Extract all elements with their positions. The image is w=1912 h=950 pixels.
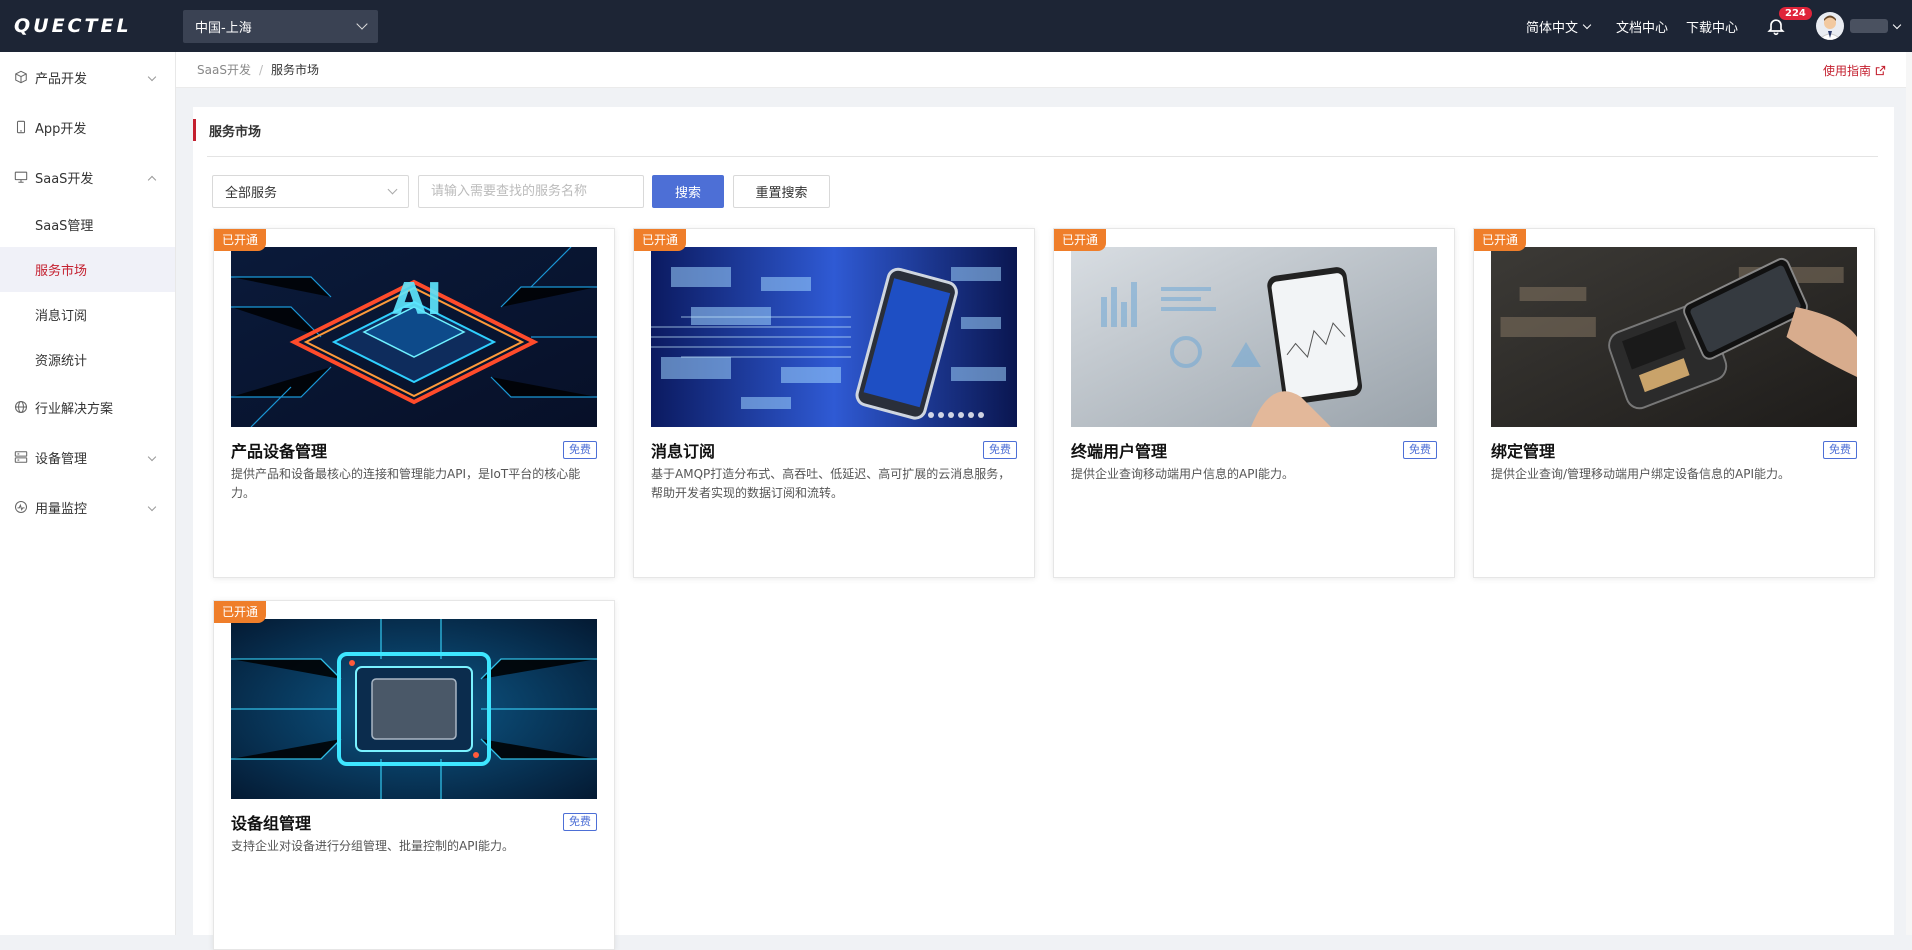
chevron-down-icon — [1582, 20, 1592, 29]
service-card-end-user[interactable]: 已开通 终端用户管理 免费 提供企业查询移动端用户信息的API能力。 — [1053, 228, 1455, 578]
sidebar-item-saas-manage[interactable]: SaaS管理 — [0, 202, 175, 247]
free-badge: 免费 — [1403, 441, 1437, 459]
page-title: 服务市场 — [193, 119, 261, 141]
server-icon — [14, 450, 28, 464]
language-select[interactable]: 简体中文 — [1526, 17, 1592, 36]
service-card-product-device[interactable]: 已开通 AI 产品设备管理 免费 提供产品和设备最核心的连接和管理能力API，是… — [213, 228, 615, 578]
chevron-down-icon — [147, 72, 157, 82]
chevron-down-icon — [387, 184, 398, 195]
divider — [207, 156, 1878, 157]
card-title: 终端用户管理 — [1071, 442, 1168, 461]
status-badge: 已开通 — [634, 229, 687, 251]
bell-icon[interactable]: 224 — [1766, 6, 1813, 36]
reset-search-button[interactable]: 重置搜索 — [733, 175, 830, 208]
user-guide-link[interactable]: 使用指南 — [1823, 62, 1886, 79]
free-badge: 免费 — [983, 441, 1017, 459]
sidebar-item-resource-stats[interactable]: 资源统计 — [0, 337, 175, 382]
sidebar-item-saas-dev[interactable]: SaaS开发 — [0, 152, 175, 202]
svg-text:AI: AI — [392, 274, 442, 325]
external-link-icon — [1875, 65, 1886, 76]
chevron-down-icon — [356, 18, 368, 30]
sidebar-item-app-dev[interactable]: App开发 — [0, 102, 175, 152]
globe-icon — [14, 400, 28, 414]
username-redacted — [1850, 19, 1888, 33]
cube-icon — [14, 70, 28, 84]
breadcrumb: SaaS开发 / 服务市场 使用指南 — [176, 52, 1912, 88]
card-image — [1491, 247, 1857, 427]
monitor-icon — [14, 170, 28, 184]
status-badge: 已开通 — [214, 601, 267, 623]
service-card-message-subscription[interactable]: 已开通 消息订阅 免费 基于AMQP打造分布式、高吞吐、低延迟、高可扩展的云消息… — [633, 228, 1035, 578]
status-badge: 已开通 — [1474, 229, 1527, 251]
region-select[interactable]: 中国-上海 — [183, 9, 378, 43]
service-filter-select[interactable]: 全部服务 — [212, 175, 409, 208]
card-description: 提供产品和设备最核心的连接和管理能力API，是IoT平台的核心能力。 — [231, 467, 581, 500]
card-description: 支持企业对设备进行分组管理、批量控制的API能力。 — [231, 839, 514, 853]
status-badge: 已开通 — [1054, 229, 1107, 251]
page-scrollbar[interactable] — [1906, 52, 1912, 935]
card-image — [1071, 247, 1437, 427]
sidebar-item-device-manage[interactable]: 设备管理 — [0, 432, 175, 482]
main-panel: 服务市场 全部服务 搜索 重置搜索 已开通 — [193, 107, 1894, 950]
card-description: 提供企业查询移动端用户信息的API能力。 — [1071, 467, 1294, 481]
service-card-binding[interactable]: 已开通 绑定管理 免费 提供企业查询/管理移动端用户绑定设备信息的API能力。 — [1473, 228, 1875, 578]
card-image: AI — [231, 247, 597, 427]
search-button[interactable]: 搜索 — [652, 175, 724, 208]
chevron-down-icon[interactable] — [1892, 20, 1902, 29]
free-badge: 免费 — [563, 441, 597, 459]
chevron-down-icon — [147, 502, 157, 512]
breadcrumb-parent[interactable]: SaaS开发 — [197, 61, 251, 78]
sidebar-item-usage-monitor[interactable]: 用量监控 — [0, 482, 175, 532]
phone-icon — [14, 120, 28, 134]
sidebar-item-message-subscription[interactable]: 消息订阅 — [0, 292, 175, 337]
card-title: 消息订阅 — [651, 442, 716, 461]
card-title: 产品设备管理 — [231, 442, 328, 461]
free-badge: 免费 — [1823, 441, 1857, 459]
breadcrumb-separator: / — [258, 62, 263, 77]
sidebar-item-service-market[interactable]: 服务市场 — [0, 247, 175, 292]
card-image — [231, 619, 597, 799]
sidebar-item-industry-solutions[interactable]: 行业解决方案 — [0, 382, 175, 432]
docs-center-link[interactable]: 文档中心 — [1616, 17, 1668, 36]
chevron-down-icon — [147, 452, 157, 462]
free-badge: 免费 — [563, 813, 597, 831]
card-title: 绑定管理 — [1491, 442, 1556, 461]
top-navbar: QUECTEL 中国-上海 简体中文 文档中心 下载中心 224 — [0, 0, 1912, 52]
sidebar-item-product-dev[interactable]: 产品开发 — [0, 52, 175, 102]
topbar-right: 简体中文 文档中心 下载中心 224 — [1500, 0, 1912, 52]
gauge-icon — [14, 500, 28, 514]
download-center-link[interactable]: 下载中心 — [1686, 17, 1738, 36]
card-image — [651, 247, 1017, 427]
card-description: 提供企业查询/管理移动端用户绑定设备信息的API能力。 — [1491, 467, 1791, 481]
notification-badge: 224 — [1778, 6, 1813, 21]
avatar[interactable] — [1816, 12, 1844, 40]
status-badge: 已开通 — [214, 229, 267, 251]
logo[interactable]: QUECTEL — [0, 0, 170, 52]
service-card-device-group[interactable]: 已开通 设备组管理 免费 支持企业对设备进行分组管理、批量控制的API能力。 — [213, 600, 615, 950]
search-input[interactable] — [418, 175, 644, 208]
card-title: 设备组管理 — [231, 814, 312, 833]
region-label: 中国-上海 — [195, 20, 252, 36]
breadcrumb-current: 服务市场 — [271, 63, 320, 77]
chevron-up-icon — [147, 175, 157, 185]
sidebar: 产品开发 App开发 SaaS开发 SaaS管理 服务市场 消息订阅 资源统计 … — [0, 52, 176, 935]
card-description: 基于AMQP打造分布式、高吞吐、低延迟、高可扩展的云消息服务，帮助开发者实现的数… — [651, 467, 1011, 500]
